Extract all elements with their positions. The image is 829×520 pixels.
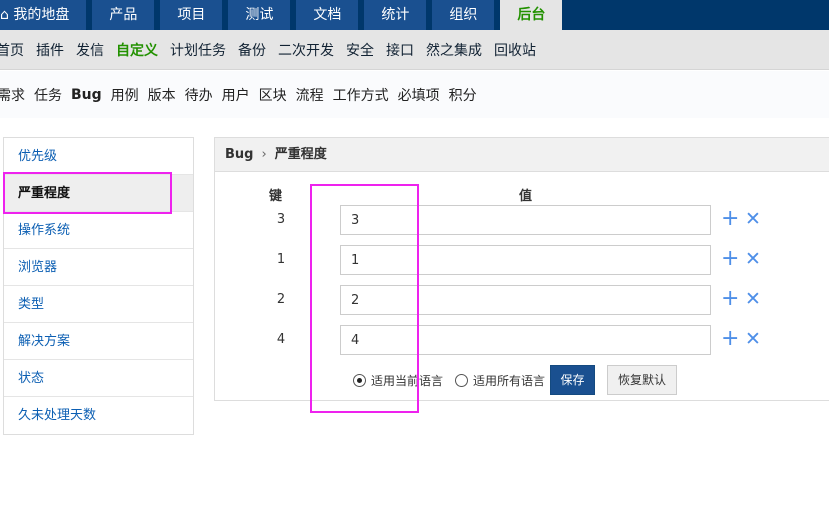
- subnav-item[interactable]: 发信: [76, 40, 104, 60]
- radio-unchecked-icon: [455, 374, 468, 387]
- subnav-item[interactable]: 计划任务: [170, 40, 226, 60]
- breadcrumb-page: 严重程度: [274, 147, 327, 162]
- subnav-item[interactable]: 自定义: [116, 40, 158, 60]
- subnav-item[interactable]: 插件: [36, 40, 64, 60]
- close-icon[interactable]: ✕: [745, 248, 761, 270]
- close-icon[interactable]: ✕: [745, 208, 761, 230]
- highlight-box: [310, 184, 419, 413]
- tab-report[interactable]: 统计: [364, 0, 427, 30]
- highlight-box: [3, 172, 172, 214]
- add-icon[interactable]: +: [721, 248, 739, 270]
- subnav-item[interactable]: 接口: [386, 40, 414, 60]
- top-nav: ⌂ 我的地盘 产品 项目 测试 文档 统计 组织 后台: [0, 0, 829, 30]
- save-button[interactable]: 保存: [550, 365, 595, 395]
- sidebar-item[interactable]: 浏览器: [4, 249, 193, 286]
- module-item[interactable]: 必填项: [398, 85, 440, 105]
- module-item[interactable]: 流程: [296, 85, 324, 105]
- row-key: 1: [276, 252, 286, 267]
- sub-nav: 首页 插件 发信 自定义 计划任务 备份 二次开发 安全 接口 然之集成 回收站: [0, 30, 829, 70]
- sidebar-item[interactable]: 操作系统: [4, 212, 193, 249]
- module-item[interactable]: 版本: [148, 85, 176, 105]
- sidebar-item[interactable]: 状态: [4, 360, 193, 397]
- subnav-item[interactable]: 安全: [346, 40, 374, 60]
- tab-test[interactable]: 测试: [228, 0, 291, 30]
- subnav-item[interactable]: 二次开发: [278, 40, 334, 60]
- add-icon[interactable]: +: [721, 328, 739, 350]
- add-icon[interactable]: +: [721, 208, 739, 230]
- sidebar-item[interactable]: 类型: [4, 286, 193, 323]
- module-item[interactable]: 区块: [259, 85, 287, 105]
- sidebar-item[interactable]: 解决方案: [4, 323, 193, 360]
- module-item[interactable]: 用例: [111, 85, 139, 105]
- value-header: 值: [519, 189, 533, 204]
- add-icon[interactable]: +: [721, 288, 739, 310]
- row-key: 2: [276, 292, 286, 307]
- breadcrumb: Bug › 严重程度: [215, 138, 829, 172]
- close-icon[interactable]: ✕: [745, 288, 761, 310]
- sidebar-item[interactable]: 久未处理天数: [4, 397, 193, 434]
- breadcrumb-module: Bug: [225, 147, 254, 162]
- panel: Bug›严重程度 键 值 3 + ✕ 1 + ✕ 2 + ✕ 4 + ✕ 适用当…: [214, 137, 829, 401]
- sidebar-item[interactable]: 优先级: [4, 138, 193, 175]
- module-item[interactable]: 工作方式: [333, 85, 389, 105]
- tab-admin[interactable]: 后台: [500, 0, 563, 30]
- module-item[interactable]: 用户: [222, 85, 250, 105]
- home-icon: ⌂: [0, 7, 9, 23]
- subnav-item[interactable]: 首页: [0, 40, 24, 60]
- module-item[interactable]: 需求: [0, 85, 25, 105]
- module-item[interactable]: Bug: [71, 87, 102, 103]
- key-header: 键: [269, 189, 283, 204]
- close-icon[interactable]: ✕: [745, 328, 761, 350]
- module-nav: 需求 任务 Bug 用例 版本 待办 用户 区块 流程 工作方式 必填项 积分: [0, 71, 829, 118]
- tab-my[interactable]: ⌂ 我的地盘: [0, 0, 87, 30]
- radio-all-languages[interactable]: 适用所有语言: [455, 372, 545, 389]
- reset-default-button[interactable]: 恢复默认: [607, 365, 677, 395]
- row-key: 4: [276, 332, 286, 347]
- module-item[interactable]: 积分: [449, 85, 477, 105]
- tab-project[interactable]: 项目: [160, 0, 223, 30]
- breadcrumb-separator: ›: [261, 147, 267, 162]
- module-item[interactable]: 任务: [34, 85, 62, 105]
- tab-company[interactable]: 组织: [432, 0, 495, 30]
- tab-doc[interactable]: 文档: [296, 0, 359, 30]
- row-key: 3: [276, 212, 286, 227]
- module-item[interactable]: 待办: [185, 85, 213, 105]
- tab-product[interactable]: 产品: [92, 0, 155, 30]
- subnav-item[interactable]: 然之集成: [426, 40, 482, 60]
- subnav-item[interactable]: 备份: [238, 40, 266, 60]
- subnav-item[interactable]: 回收站: [494, 40, 536, 60]
